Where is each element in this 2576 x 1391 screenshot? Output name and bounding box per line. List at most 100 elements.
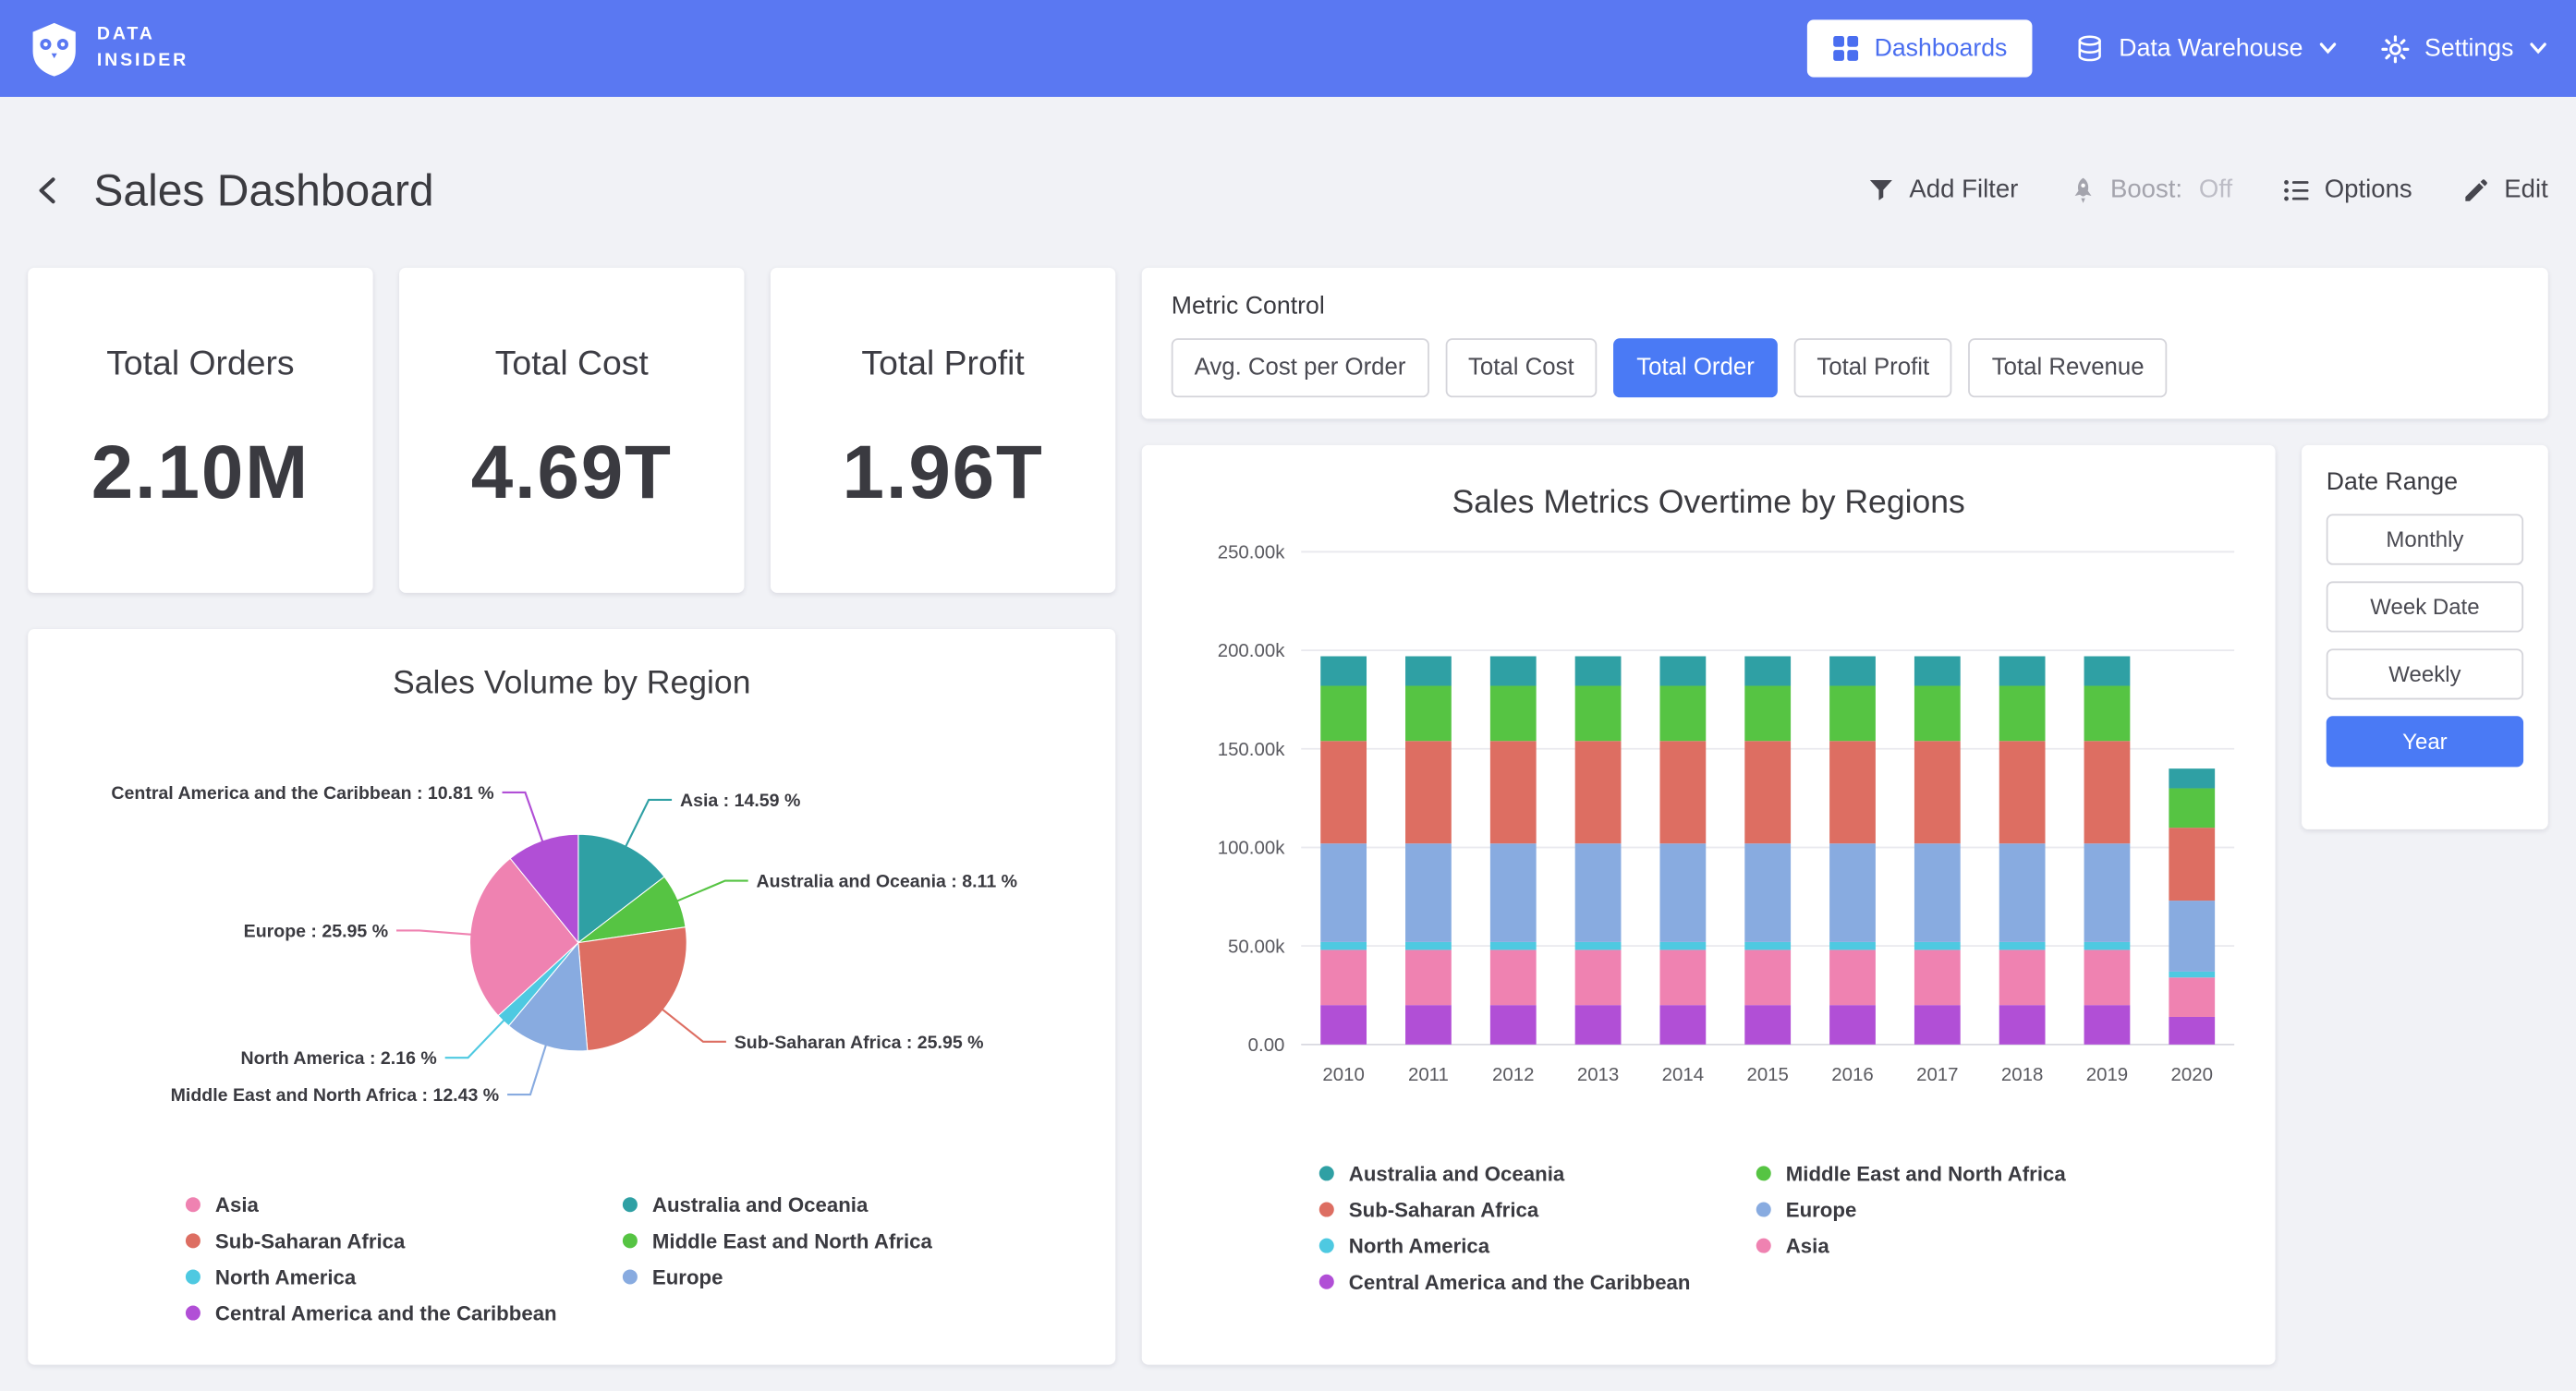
bar-segment-central-america-and-the-caribbean-2016[interactable] bbox=[1829, 1005, 1876, 1045]
bar-segment-australia-and-oceania-2013[interactable] bbox=[1575, 657, 1622, 686]
nav-item-dashboards[interactable]: Dashboards bbox=[1807, 19, 2032, 77]
bar-segment-europe-2010[interactable] bbox=[1320, 843, 1367, 942]
app-logo[interactable]: DATA INSIDER bbox=[28, 20, 188, 76]
bar-legend-item-australia-and-oceania[interactable]: Australia and Oceania bbox=[1319, 1159, 1710, 1187]
bar-segment-middle-east-and-north-africa-2018[interactable] bbox=[1999, 686, 2046, 742]
bar-segment-asia-2010[interactable] bbox=[1320, 950, 1367, 1005]
bar-segment-australia-and-oceania-2020[interactable] bbox=[2169, 768, 2215, 788]
boost-toggle[interactable]: Boost: Off bbox=[2068, 175, 2232, 205]
bar-segment-middle-east-and-north-africa-2016[interactable] bbox=[1829, 686, 1876, 742]
bar-segment-middle-east-and-north-africa-2012[interactable] bbox=[1490, 686, 1537, 742]
bar-segment-north-america-2011[interactable] bbox=[1405, 942, 1452, 950]
bar-legend-item-north-america[interactable]: North America bbox=[1319, 1232, 1710, 1260]
bar-segment-australia-and-oceania-2011[interactable] bbox=[1405, 657, 1452, 686]
options-button[interactable]: Options bbox=[2281, 175, 2412, 205]
bar-segment-north-america-2018[interactable] bbox=[1999, 942, 2046, 950]
bar-legend-item-sub-saharan-africa[interactable]: Sub-Saharan Africa bbox=[1319, 1195, 1710, 1223]
bar-segment-australia-and-oceania-2017[interactable] bbox=[1914, 657, 1961, 686]
bar-segment-sub-saharan-africa-2012[interactable] bbox=[1490, 741, 1537, 843]
bar-segment-middle-east-and-north-africa-2014[interactable] bbox=[1659, 686, 1706, 742]
bar-segment-central-america-and-the-caribbean-2017[interactable] bbox=[1914, 1005, 1961, 1045]
bar-segment-middle-east-and-north-africa-2013[interactable] bbox=[1575, 686, 1622, 742]
bar-segment-europe-2018[interactable] bbox=[1999, 843, 2046, 942]
metric-button-total-revenue[interactable]: Total Revenue bbox=[1969, 338, 2168, 397]
metric-button-total-order[interactable]: Total Order bbox=[1613, 338, 1777, 397]
bar-segment-sub-saharan-africa-2011[interactable] bbox=[1405, 741, 1452, 843]
bar-segment-sub-saharan-africa-2020[interactable] bbox=[2169, 828, 2215, 901]
pie-legend-item-middle-east-and-north-africa[interactable]: Middle East and North Africa bbox=[623, 1227, 1014, 1254]
bar-segment-asia-2012[interactable] bbox=[1490, 950, 1537, 1005]
bar-segment-middle-east-and-north-africa-2020[interactable] bbox=[2169, 788, 2215, 828]
bar-segment-asia-2016[interactable] bbox=[1829, 950, 1876, 1005]
bar-segment-middle-east-and-north-africa-2011[interactable] bbox=[1405, 686, 1452, 742]
bar-legend-item-asia[interactable]: Asia bbox=[1756, 1232, 2147, 1260]
pie-legend-item-europe[interactable]: Europe bbox=[623, 1263, 1014, 1290]
bar-legend-item-middle-east-and-north-africa[interactable]: Middle East and North Africa bbox=[1756, 1159, 2147, 1187]
bar-segment-australia-and-oceania-2018[interactable] bbox=[1999, 657, 2046, 686]
bar-segment-europe-2011[interactable] bbox=[1405, 843, 1452, 942]
bar-legend-item-europe[interactable]: Europe bbox=[1756, 1195, 2147, 1223]
bar-segment-sub-saharan-africa-2010[interactable] bbox=[1320, 741, 1367, 843]
bar-segment-north-america-2013[interactable] bbox=[1575, 942, 1622, 950]
metric-button-avg-cost-per-order[interactable]: Avg. Cost per Order bbox=[1172, 338, 1429, 397]
bar-segment-australia-and-oceania-2010[interactable] bbox=[1320, 657, 1367, 686]
bar-segment-australia-and-oceania-2016[interactable] bbox=[1829, 657, 1876, 686]
bar-segment-australia-and-oceania-2012[interactable] bbox=[1490, 657, 1537, 686]
bar-segment-middle-east-and-north-africa-2010[interactable] bbox=[1320, 686, 1367, 742]
bar-segment-australia-and-oceania-2019[interactable] bbox=[2084, 657, 2131, 686]
bar-segment-north-america-2020[interactable] bbox=[2169, 972, 2215, 977]
date-range-button-week-date[interactable]: Week Date bbox=[2327, 581, 2523, 632]
bar-segment-asia-2014[interactable] bbox=[1659, 950, 1706, 1005]
date-range-button-weekly[interactable]: Weekly bbox=[2327, 648, 2523, 699]
pie-legend-item-sub-saharan-africa[interactable]: Sub-Saharan Africa bbox=[186, 1227, 577, 1254]
bar-segment-sub-saharan-africa-2014[interactable] bbox=[1659, 741, 1706, 843]
bar-segment-north-america-2016[interactable] bbox=[1829, 942, 1876, 950]
date-range-button-monthly[interactable]: Monthly bbox=[2327, 514, 2523, 565]
bar-segment-europe-2014[interactable] bbox=[1659, 843, 1706, 942]
pie-legend-item-north-america[interactable]: North America bbox=[186, 1263, 577, 1290]
bar-segment-central-america-and-the-caribbean-2011[interactable] bbox=[1405, 1005, 1452, 1045]
metric-button-total-profit[interactable]: Total Profit bbox=[1793, 338, 1952, 397]
bar-legend-item-central-america-and-the-caribbean[interactable]: Central America and the Caribbean bbox=[1319, 1268, 1710, 1296]
bar-segment-asia-2013[interactable] bbox=[1575, 950, 1622, 1005]
date-range-button-year[interactable]: Year bbox=[2327, 716, 2523, 767]
bar-segment-central-america-and-the-caribbean-2020[interactable] bbox=[2169, 1017, 2215, 1045]
bar-segment-asia-2019[interactable] bbox=[2084, 950, 2131, 1005]
bar-segment-sub-saharan-africa-2015[interactable] bbox=[1744, 741, 1791, 843]
bar-segment-asia-2017[interactable] bbox=[1914, 950, 1961, 1005]
bar-segment-sub-saharan-africa-2017[interactable] bbox=[1914, 741, 1961, 843]
bar-segment-asia-2011[interactable] bbox=[1405, 950, 1452, 1005]
pie-legend-item-central-america-and-the-caribbean[interactable]: Central America and the Caribbean bbox=[186, 1299, 577, 1326]
bar-segment-north-america-2015[interactable] bbox=[1744, 942, 1791, 950]
nav-item-settings[interactable]: Settings bbox=[2380, 33, 2548, 63]
bar-segment-europe-2015[interactable] bbox=[1744, 843, 1791, 942]
bar-segment-sub-saharan-africa-2018[interactable] bbox=[1999, 741, 2046, 843]
bar-segment-europe-2012[interactable] bbox=[1490, 843, 1537, 942]
bar-segment-europe-2017[interactable] bbox=[1914, 843, 1961, 942]
add-filter-button[interactable]: Add Filter bbox=[1866, 175, 2018, 205]
bar-segment-asia-2020[interactable] bbox=[2169, 977, 2215, 1017]
bar-segment-north-america-2019[interactable] bbox=[2084, 942, 2131, 950]
bar-segment-central-america-and-the-caribbean-2015[interactable] bbox=[1744, 1005, 1791, 1045]
bar-segment-europe-2013[interactable] bbox=[1575, 843, 1622, 942]
pie-legend-item-australia-and-oceania[interactable]: Australia and Oceania bbox=[623, 1191, 1014, 1218]
bar-segment-central-america-and-the-caribbean-2013[interactable] bbox=[1575, 1005, 1622, 1045]
bar-segment-north-america-2014[interactable] bbox=[1659, 942, 1706, 950]
bar-segment-europe-2020[interactable] bbox=[2169, 901, 2215, 972]
bar-segment-central-america-and-the-caribbean-2012[interactable] bbox=[1490, 1005, 1537, 1045]
metric-button-total-cost[interactable]: Total Cost bbox=[1445, 338, 1597, 397]
back-button[interactable] bbox=[28, 169, 67, 212]
bar-segment-australia-and-oceania-2015[interactable] bbox=[1744, 657, 1791, 686]
bar-segment-asia-2015[interactable] bbox=[1744, 950, 1791, 1005]
bar-segment-europe-2019[interactable] bbox=[2084, 843, 2131, 942]
pie-legend-item-asia[interactable]: Asia bbox=[186, 1191, 577, 1218]
bar-segment-middle-east-and-north-africa-2017[interactable] bbox=[1914, 686, 1961, 742]
bar-segment-central-america-and-the-caribbean-2010[interactable] bbox=[1320, 1005, 1367, 1045]
bar-segment-sub-saharan-africa-2019[interactable] bbox=[2084, 741, 2131, 843]
bar-segment-middle-east-and-north-africa-2015[interactable] bbox=[1744, 686, 1791, 742]
bar-segment-sub-saharan-africa-2013[interactable] bbox=[1575, 741, 1622, 843]
bar-segment-central-america-and-the-caribbean-2018[interactable] bbox=[1999, 1005, 2046, 1045]
nav-item-data-warehouse[interactable]: Data Warehouse bbox=[2074, 33, 2338, 63]
bar-segment-central-america-and-the-caribbean-2019[interactable] bbox=[2084, 1005, 2131, 1045]
bar-segment-asia-2018[interactable] bbox=[1999, 950, 2046, 1005]
